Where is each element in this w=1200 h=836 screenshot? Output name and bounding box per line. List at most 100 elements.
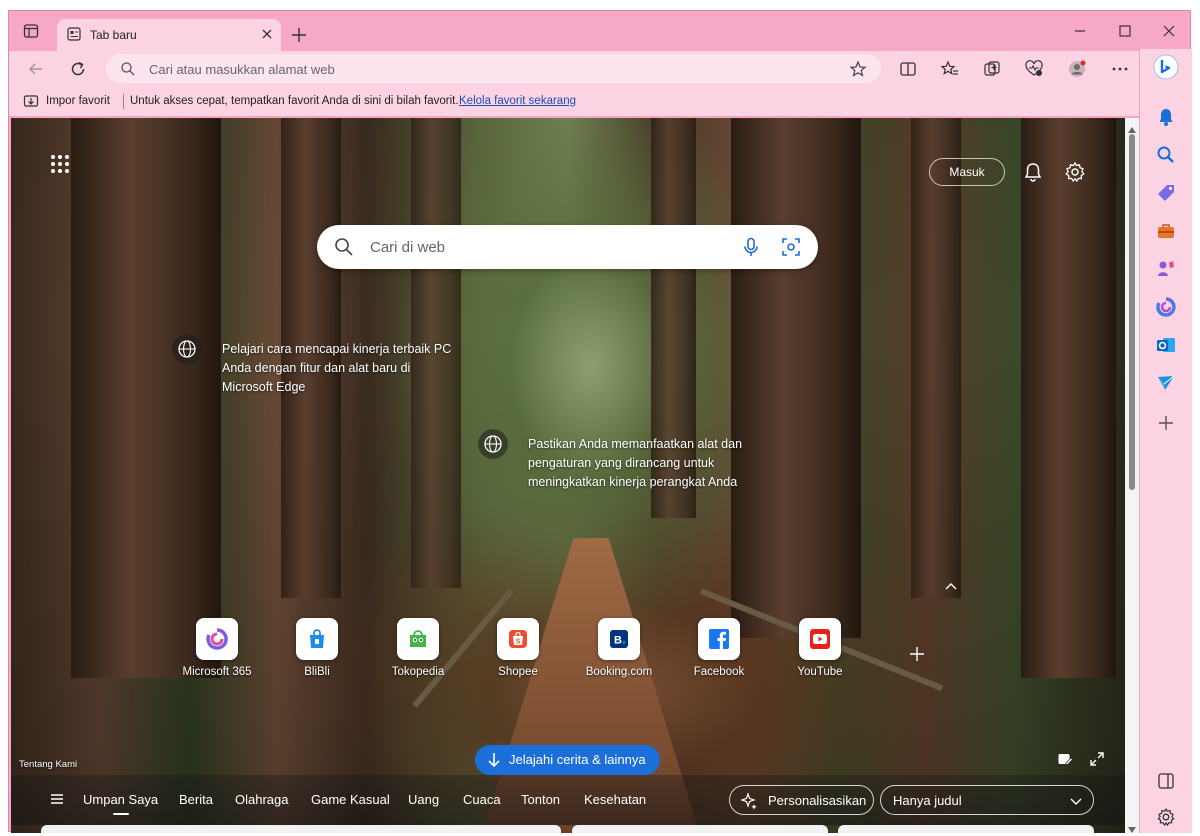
quick-link-microsoft-365[interactable]: Microsoft 365 <box>177 618 257 678</box>
sidebar-outlook-icon[interactable] <box>1156 335 1176 355</box>
tab-actions-icon[interactable] <box>23 23 39 39</box>
new-tab-page: Masuk Cari di web Pelajari cara mencapai… <box>11 118 1125 833</box>
collections-icon[interactable] <box>982 59 1002 79</box>
globe-icon <box>172 334 202 364</box>
feed-tab-watch[interactable]: Tonton <box>521 792 560 807</box>
edit-background-icon[interactable] <box>1057 751 1074 767</box>
back-button[interactable] <box>26 59 46 79</box>
feed-tab-weather[interactable]: Cuaca <box>463 792 501 807</box>
collapse-quick-links-icon[interactable] <box>943 580 959 592</box>
close-window-button[interactable] <box>1159 21 1179 41</box>
tip-text: Pelajari cara mencapai kinerja terbaik P… <box>222 342 452 394</box>
personalize-label: Personalisasikan <box>768 793 867 808</box>
tab-title: Tab baru <box>90 28 137 42</box>
import-favorites-icon <box>23 93 39 109</box>
quick-link-label: YouTube <box>797 666 843 678</box>
quick-link-blibli[interactable]: BliBli <box>277 618 357 678</box>
sign-in-button[interactable]: Masuk <box>929 158 1005 186</box>
split-screen-icon[interactable] <box>898 59 918 79</box>
address-bar[interactable]: Cari atau masukkan alamat web <box>106 54 881 83</box>
arrow-down-icon <box>485 751 503 769</box>
scrollbar-thumb[interactable] <box>1129 134 1135 490</box>
quick-link-label: Microsoft 365 <box>182 666 252 678</box>
menu-icon[interactable] <box>49 791 65 807</box>
globe-icon <box>478 429 508 459</box>
favorites-bar: Impor favorit Untuk akses cepat, tempatk… <box>9 87 1139 117</box>
profile-avatar[interactable] <box>1067 59 1087 79</box>
app-launcher-icon[interactable] <box>49 153 71 175</box>
sidebar-microsoft-365-icon[interactable] <box>1156 297 1176 317</box>
quick-link-label: Shopee <box>498 666 538 678</box>
voice-search-icon[interactable] <box>740 236 762 258</box>
maximize-button[interactable] <box>1115 21 1135 41</box>
feed-tab-money[interactable]: Uang <box>408 792 439 807</box>
add-favorite-icon[interactable] <box>849 60 867 78</box>
browser-window: Tab baru Cari atau masukkan alamat web I… <box>8 10 1192 833</box>
minimize-button[interactable] <box>1070 21 1090 41</box>
quick-link-tokopedia[interactable]: Tokopedia <box>378 618 458 678</box>
quick-link-shopee[interactable]: S Shopee <box>478 618 558 678</box>
about-link[interactable]: Tentang Kami <box>19 759 77 770</box>
add-quick-link-icon[interactable] <box>907 644 927 664</box>
quick-link-youtube[interactable]: YouTube <box>780 618 860 678</box>
explore-stories-button[interactable]: Jelajahi cerita & lainnya <box>475 745 660 775</box>
quick-link-facebook[interactable]: Facebook <box>679 618 759 678</box>
sidebar-drop-icon[interactable] <box>1156 373 1176 393</box>
quick-link-booking[interactable]: B Booking.com <box>579 618 659 678</box>
tip-card[interactable]: Pastikan Anda memanfaatkan alat dan peng… <box>478 429 768 492</box>
svg-text:S: S <box>516 639 521 646</box>
tokopedia-icon <box>397 618 439 660</box>
sidebar-notifications-icon[interactable] <box>1156 107 1176 127</box>
tree-trunk <box>911 118 961 598</box>
feed-tab-casual-games[interactable]: Game Kasual <box>311 792 390 807</box>
toolbar: Cari atau masukkan alamat web <box>9 51 1139 87</box>
address-placeholder: Cari atau masukkan alamat web <box>149 62 335 77</box>
favorites-separator <box>123 94 124 109</box>
sidebar-settings-icon[interactable] <box>1156 807 1176 827</box>
chevron-down-icon <box>1069 794 1083 808</box>
sidebar-shopping-icon[interactable] <box>1156 183 1176 203</box>
blibli-icon <box>296 618 338 660</box>
quick-link-label: Booking.com <box>585 666 653 678</box>
feed-tab-sports[interactable]: Olahraga <box>235 792 288 807</box>
edge-sidebar <box>1139 49 1192 833</box>
expand-icon[interactable] <box>1089 751 1105 767</box>
layout-select-value: Hanya judul <box>893 793 962 808</box>
explore-label: Jelajahi cerita & lainnya <box>509 752 646 767</box>
web-search-box[interactable]: Cari di web <box>317 225 818 269</box>
sidebar-games-icon[interactable] <box>1156 259 1176 279</box>
manage-favorites-link[interactable]: Kelola favorit sekarang <box>459 95 576 107</box>
copilot-icon[interactable] <box>1152 53 1180 81</box>
tip-text: Pastikan Anda memanfaatkan alat dan peng… <box>528 437 743 489</box>
tab-new-tab[interactable]: Tab baru <box>57 19 281 51</box>
feed-tab-news[interactable]: Berita <box>179 792 213 807</box>
feed-tab-my-feed[interactable]: Umpan Saya <box>83 792 158 815</box>
browser-essentials-icon[interactable] <box>1024 59 1044 79</box>
sidebar-search-icon[interactable] <box>1156 145 1176 165</box>
visual-search-icon[interactable] <box>780 236 802 258</box>
page-settings-icon[interactable] <box>1064 161 1086 183</box>
import-favorites-button[interactable]: Impor favorit <box>46 95 110 107</box>
close-tab-icon[interactable] <box>259 26 275 42</box>
tip-card[interactable]: Pelajari cara mencapai kinerja terbaik P… <box>172 334 462 397</box>
refresh-button[interactable] <box>68 59 88 79</box>
layout-select[interactable]: Hanya judul <box>880 785 1094 815</box>
hide-sidebar-icon[interactable] <box>1156 771 1176 791</box>
title-bar: Tab baru <box>9 11 1190 51</box>
notifications-icon[interactable] <box>1022 161 1044 183</box>
tree-trunk <box>1021 118 1116 678</box>
sidebar-tools-icon[interactable] <box>1156 221 1176 241</box>
personalize-button[interactable]: Personalisasikan <box>729 785 874 815</box>
sparkle-icon <box>740 792 758 810</box>
search-placeholder: Cari di web <box>370 239 446 256</box>
youtube-icon <box>799 618 841 660</box>
page-scrollbar[interactable] <box>1125 118 1139 833</box>
feed-tab-health[interactable]: Kesehatan <box>584 792 646 807</box>
favorites-icon[interactable] <box>940 59 960 79</box>
sidebar-add-icon[interactable] <box>1156 413 1176 433</box>
scroll-down-icon[interactable] <box>1128 822 1136 833</box>
booking-icon: B <box>598 618 640 660</box>
scroll-up-icon[interactable] <box>1128 122 1136 133</box>
more-options-icon[interactable] <box>1110 59 1130 79</box>
new-tab-button[interactable] <box>289 25 309 45</box>
